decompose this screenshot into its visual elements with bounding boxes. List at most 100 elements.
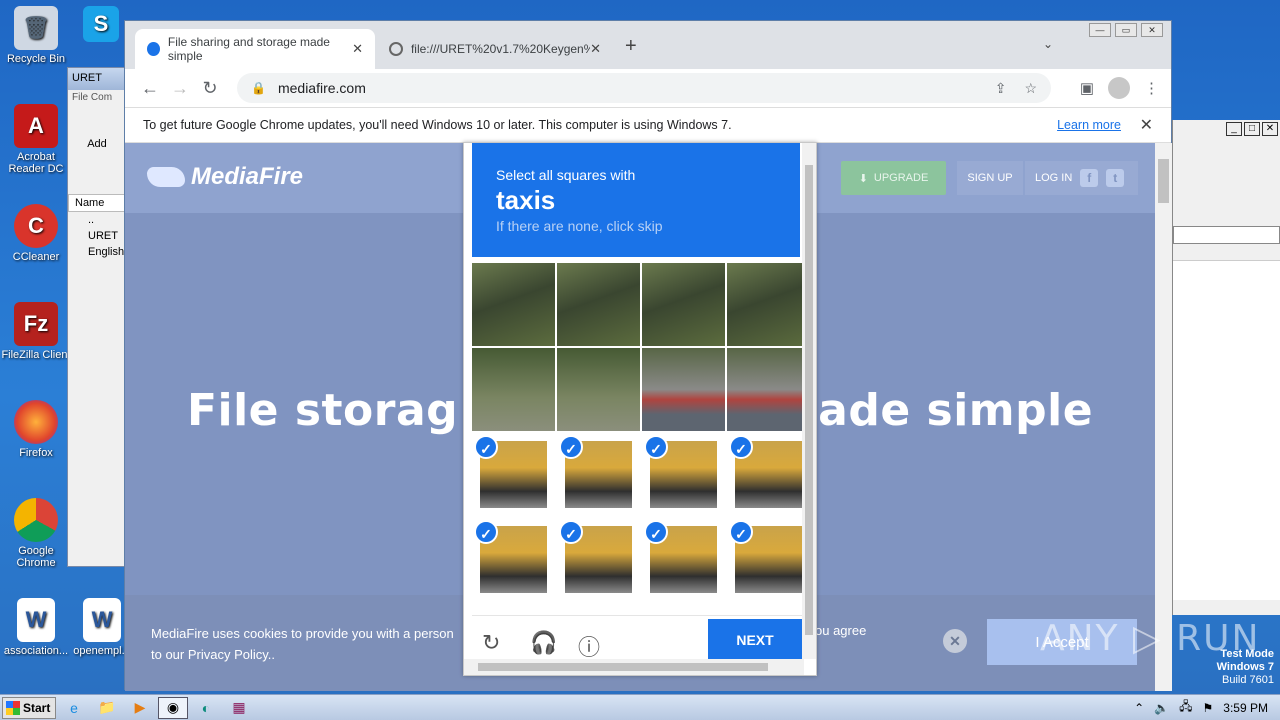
download-icon: ⬇ xyxy=(858,172,868,185)
upgrade-button[interactable]: ⬇ UPGRADE xyxy=(841,161,946,195)
close-icon[interactable]: ✕ xyxy=(352,41,363,57)
twitter-icon[interactable]: t xyxy=(1106,169,1125,187)
chevron-up-icon[interactable]: ⌃ xyxy=(1134,701,1144,715)
column-header-name[interactable]: Name xyxy=(68,194,126,212)
volume-icon[interactable]: 🔈 xyxy=(1154,701,1169,715)
chevron-down-icon[interactable]: ⌄ xyxy=(1043,37,1053,51)
privacy-policy-link[interactable]: to our Privacy Policy.. xyxy=(151,644,481,665)
bookmark-star-icon[interactable]: ☆ xyxy=(1024,80,1037,97)
checkmark-icon: ✓ xyxy=(474,435,498,459)
checkmark-icon: ✓ xyxy=(559,520,583,544)
desktop-icon-ccleaner[interactable]: C CCleaner xyxy=(0,204,72,263)
file-row[interactable]: .. xyxy=(68,212,126,228)
test-mode-line: Build 7601 xyxy=(1222,674,1274,686)
desktop-icon-filezilla[interactable]: Fz FileZilla Client xyxy=(0,302,72,361)
address-bar[interactable]: 🔒 mediafire.com ⇪ ☆ xyxy=(237,73,1051,103)
new-tab-button[interactable]: + xyxy=(625,35,637,58)
url-text[interactable]: mediafire.com xyxy=(278,80,366,96)
flag-icon[interactable]: ⚑ xyxy=(1203,701,1214,715)
media-player-icon[interactable]: ▶ xyxy=(125,697,155,719)
side-panel-icon[interactable]: ▣ xyxy=(1080,79,1094,97)
menu-file[interactable]: File xyxy=(72,92,88,103)
file-row[interactable]: URET xyxy=(68,228,126,244)
page-scrollbar[interactable] xyxy=(1155,143,1172,691)
desktop-icon-skype[interactable]: S xyxy=(76,6,126,45)
captcha-instruction: Select all squares with xyxy=(496,167,636,183)
mediafire-logo[interactable]: MediaFire xyxy=(147,163,303,191)
reload-icon[interactable]: ↻ xyxy=(195,78,225,99)
tab-file[interactable]: file:///URET%20v1.7%20Keygen%... ✕ xyxy=(377,29,613,69)
chrome-taskbar-icon[interactable]: ◉ xyxy=(158,696,188,719)
folder-icon[interactable]: 📁 xyxy=(92,697,122,719)
captcha-tile[interactable]: ✓ xyxy=(472,433,555,516)
captcha-tile[interactable]: ✓ xyxy=(472,518,555,601)
edge-icon[interactable]: ◐ xyxy=(191,697,221,719)
desktop-icon-firefox[interactable]: Firefox xyxy=(0,400,72,459)
captcha-tile[interactable]: ✓ xyxy=(727,518,810,601)
captcha-tile[interactable] xyxy=(557,263,640,346)
share-icon[interactable]: ⇪ xyxy=(995,80,1007,97)
forward-arrow-icon[interactable]: → xyxy=(165,78,195,99)
scrollbar-thumb[interactable] xyxy=(805,165,813,635)
captcha-horizontal-scrollbar[interactable] xyxy=(464,659,804,675)
back-arrow-icon[interactable]: ← xyxy=(135,78,165,99)
hero-left: File storag xyxy=(186,385,459,436)
sign-up-button[interactable]: SIGN UP xyxy=(957,161,1023,195)
clock[interactable]: 3:59 PM xyxy=(1223,701,1268,715)
profile-avatar-icon[interactable] xyxy=(1108,77,1130,99)
next-button[interactable]: NEXT xyxy=(708,619,802,661)
desktop-icon-recycle-bin[interactable]: 🗑 Recycle Bin xyxy=(0,6,72,65)
captcha-vertical-scrollbar[interactable] xyxy=(802,143,816,659)
desktop-icon-label: Firefox xyxy=(19,447,53,459)
close-icon[interactable]: ✕ xyxy=(1140,115,1153,135)
menu-commands[interactable]: Com xyxy=(91,92,112,103)
minimize-icon[interactable]: _ xyxy=(1226,122,1242,136)
tab-mediafire[interactable]: File sharing and storage made simple ✕ xyxy=(135,29,375,69)
desktop-icon-association[interactable]: W association... xyxy=(0,598,72,657)
desktop-icon-label: Acrobat Reader DC xyxy=(8,151,64,175)
captcha-tile[interactable]: ✓ xyxy=(557,433,640,516)
maximize-icon[interactable]: ▭ xyxy=(1115,23,1137,37)
scrollbar-thumb[interactable] xyxy=(1158,159,1169,203)
kebab-menu-icon[interactable]: ⋮ xyxy=(1144,79,1159,97)
captcha-tile[interactable] xyxy=(727,263,810,346)
close-icon[interactable]: ✕ xyxy=(1141,23,1163,37)
captcha-tile[interactable]: ✓ xyxy=(642,433,725,516)
captcha-tile[interactable]: ✓ xyxy=(642,518,725,601)
info-icon[interactable]: ⓘ xyxy=(578,630,600,662)
close-icon[interactable]: ✕ xyxy=(943,629,967,653)
maximize-icon[interactable]: □ xyxy=(1244,122,1260,136)
background-archive-window[interactable]: URET File Com Add Name .. URET English xyxy=(67,67,127,567)
learn-more-link[interactable]: Learn more xyxy=(1057,118,1121,132)
lock-icon: 🔒 xyxy=(251,81,266,95)
desktop-icon-label: Recycle Bin xyxy=(6,53,66,65)
network-icon[interactable]: 🖧 xyxy=(1179,697,1192,718)
close-icon[interactable]: ✕ xyxy=(1262,122,1278,136)
minimize-icon[interactable]: — xyxy=(1089,23,1111,37)
close-icon[interactable]: ✕ xyxy=(590,41,601,57)
background-right-window[interactable]: _ □ ✕ xyxy=(1172,120,1280,615)
captcha-tile[interactable] xyxy=(472,348,555,431)
reload-icon[interactable]: ↻ xyxy=(482,630,500,656)
captcha-tile[interactable] xyxy=(557,348,640,431)
captcha-tile[interactable] xyxy=(642,263,725,346)
firefox-icon xyxy=(14,400,58,444)
scrollbar-thumb[interactable] xyxy=(478,663,768,671)
file-row[interactable]: English xyxy=(68,244,126,260)
add-button[interactable]: Add xyxy=(68,108,126,164)
captcha-tile[interactable]: ✓ xyxy=(557,518,640,601)
winrar-icon[interactable]: ▦ xyxy=(224,697,254,719)
facebook-icon[interactable]: f xyxy=(1080,169,1099,187)
log-in-button[interactable]: LOG IN xyxy=(1035,172,1072,184)
headphones-icon[interactable]: 🎧 xyxy=(530,630,557,656)
captcha-tile[interactable]: ✓ xyxy=(727,433,810,516)
omnibox-actions: ⇪ ☆ xyxy=(995,80,1037,97)
captcha-tile[interactable] xyxy=(727,348,810,431)
desktop-icon-chrome[interactable]: Google Chrome xyxy=(0,498,72,569)
dropdown[interactable] xyxy=(1173,226,1280,244)
start-button[interactable]: Start xyxy=(2,696,56,719)
captcha-tile[interactable] xyxy=(472,263,555,346)
captcha-tile[interactable] xyxy=(642,348,725,431)
desktop-icon-acrobat[interactable]: A Acrobat Reader DC xyxy=(0,104,72,175)
ie-icon[interactable]: e xyxy=(59,697,89,719)
